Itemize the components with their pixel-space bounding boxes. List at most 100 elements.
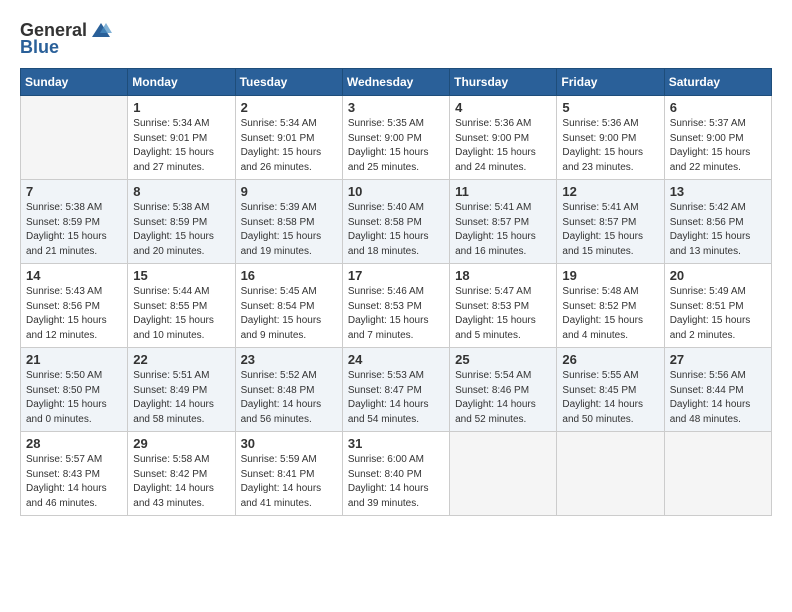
day-number: 26 — [562, 352, 658, 367]
day-info: Sunrise: 5:43 AM Sunset: 8:56 PM Dayligh… — [26, 285, 122, 343]
day-info: Sunrise: 5:35 AM Sunset: 9:00 PM Dayligh… — [348, 117, 444, 175]
week-row-5: 28 Sunrise: 5:57 AM Sunset: 8:43 PM Dayli… — [21, 432, 772, 516]
day-info: Sunrise: 5:58 AM Sunset: 8:42 PM Dayligh… — [133, 453, 229, 511]
day-info: Sunrise: 5:56 AM Sunset: 8:44 PM Dayligh… — [670, 369, 766, 427]
calendar-cell: 4 Sunrise: 5:36 AM Sunset: 9:00 PM Daylig… — [450, 96, 557, 180]
calendar-cell: 20 Sunrise: 5:49 AM Sunset: 8:51 PM Dayli… — [664, 264, 771, 348]
day-info: Sunrise: 5:52 AM Sunset: 8:48 PM Dayligh… — [241, 369, 337, 427]
day-number: 31 — [348, 436, 444, 451]
day-header-friday: Friday — [557, 69, 664, 96]
day-info: Sunrise: 5:51 AM Sunset: 8:49 PM Dayligh… — [133, 369, 229, 427]
day-number: 25 — [455, 352, 551, 367]
week-row-2: 7 Sunrise: 5:38 AM Sunset: 8:59 PM Daylig… — [21, 180, 772, 264]
day-info: Sunrise: 5:34 AM Sunset: 9:01 PM Dayligh… — [241, 117, 337, 175]
day-info: Sunrise: 5:48 AM Sunset: 8:52 PM Dayligh… — [562, 285, 658, 343]
day-number: 8 — [133, 184, 229, 199]
logo-icon — [90, 21, 112, 41]
day-number: 5 — [562, 100, 658, 115]
day-number: 4 — [455, 100, 551, 115]
day-info: Sunrise: 5:59 AM Sunset: 8:41 PM Dayligh… — [241, 453, 337, 511]
day-info: Sunrise: 5:39 AM Sunset: 8:58 PM Dayligh… — [241, 201, 337, 259]
day-info: Sunrise: 5:41 AM Sunset: 8:57 PM Dayligh… — [562, 201, 658, 259]
day-number: 12 — [562, 184, 658, 199]
day-header-saturday: Saturday — [664, 69, 771, 96]
week-row-4: 21 Sunrise: 5:50 AM Sunset: 8:50 PM Dayli… — [21, 348, 772, 432]
day-info: Sunrise: 5:34 AM Sunset: 9:01 PM Dayligh… — [133, 117, 229, 175]
calendar-cell: 2 Sunrise: 5:34 AM Sunset: 9:01 PM Daylig… — [235, 96, 342, 180]
day-number: 2 — [241, 100, 337, 115]
day-info: Sunrise: 5:46 AM Sunset: 8:53 PM Dayligh… — [348, 285, 444, 343]
day-info: Sunrise: 5:57 AM Sunset: 8:43 PM Dayligh… — [26, 453, 122, 511]
day-number: 20 — [670, 268, 766, 283]
day-number: 14 — [26, 268, 122, 283]
calendar-cell: 22 Sunrise: 5:51 AM Sunset: 8:49 PM Dayli… — [128, 348, 235, 432]
calendar-cell: 14 Sunrise: 5:43 AM Sunset: 8:56 PM Dayli… — [21, 264, 128, 348]
day-number: 28 — [26, 436, 122, 451]
calendar-cell: 13 Sunrise: 5:42 AM Sunset: 8:56 PM Dayli… — [664, 180, 771, 264]
calendar-cell — [21, 96, 128, 180]
day-number: 19 — [562, 268, 658, 283]
calendar-cell: 26 Sunrise: 5:55 AM Sunset: 8:45 PM Dayli… — [557, 348, 664, 432]
day-info: Sunrise: 5:54 AM Sunset: 8:46 PM Dayligh… — [455, 369, 551, 427]
day-info: Sunrise: 5:47 AM Sunset: 8:53 PM Dayligh… — [455, 285, 551, 343]
calendar-cell — [450, 432, 557, 516]
day-number: 6 — [670, 100, 766, 115]
day-info: Sunrise: 5:37 AM Sunset: 9:00 PM Dayligh… — [670, 117, 766, 175]
day-number: 7 — [26, 184, 122, 199]
day-number: 13 — [670, 184, 766, 199]
day-info: Sunrise: 5:41 AM Sunset: 8:57 PM Dayligh… — [455, 201, 551, 259]
calendar-cell: 27 Sunrise: 5:56 AM Sunset: 8:44 PM Dayli… — [664, 348, 771, 432]
calendar-cell: 29 Sunrise: 5:58 AM Sunset: 8:42 PM Dayli… — [128, 432, 235, 516]
day-number: 10 — [348, 184, 444, 199]
day-info: Sunrise: 5:55 AM Sunset: 8:45 PM Dayligh… — [562, 369, 658, 427]
day-header-thursday: Thursday — [450, 69, 557, 96]
calendar-cell: 12 Sunrise: 5:41 AM Sunset: 8:57 PM Dayli… — [557, 180, 664, 264]
day-header-row: SundayMondayTuesdayWednesdayThursdayFrid… — [21, 69, 772, 96]
calendar-cell: 6 Sunrise: 5:37 AM Sunset: 9:00 PM Daylig… — [664, 96, 771, 180]
calendar-cell: 3 Sunrise: 5:35 AM Sunset: 9:00 PM Daylig… — [342, 96, 449, 180]
day-header-sunday: Sunday — [21, 69, 128, 96]
day-number: 30 — [241, 436, 337, 451]
day-info: Sunrise: 5:36 AM Sunset: 9:00 PM Dayligh… — [562, 117, 658, 175]
day-number: 23 — [241, 352, 337, 367]
calendar-cell: 10 Sunrise: 5:40 AM Sunset: 8:58 PM Dayli… — [342, 180, 449, 264]
day-info: Sunrise: 5:45 AM Sunset: 8:54 PM Dayligh… — [241, 285, 337, 343]
day-info: Sunrise: 5:50 AM Sunset: 8:50 PM Dayligh… — [26, 369, 122, 427]
day-number: 21 — [26, 352, 122, 367]
day-number: 29 — [133, 436, 229, 451]
day-number: 17 — [348, 268, 444, 283]
calendar-cell: 16Sunrise: 5:45 AM Sunset: 8:54 PM Dayli… — [235, 264, 342, 348]
calendar-cell: 21 Sunrise: 5:50 AM Sunset: 8:50 PM Dayli… — [21, 348, 128, 432]
calendar-cell: 15 Sunrise: 5:44 AM Sunset: 8:55 PM Dayli… — [128, 264, 235, 348]
calendar-cell: 1Sunrise: 5:34 AM Sunset: 9:01 PM Daylig… — [128, 96, 235, 180]
calendar-cell: 30 Sunrise: 5:59 AM Sunset: 8:41 PM Dayli… — [235, 432, 342, 516]
calendar-cell: 23 Sunrise: 5:52 AM Sunset: 8:48 PM Dayli… — [235, 348, 342, 432]
calendar-cell: 9Sunrise: 5:39 AM Sunset: 8:58 PM Daylig… — [235, 180, 342, 264]
week-row-3: 14 Sunrise: 5:43 AM Sunset: 8:56 PM Dayli… — [21, 264, 772, 348]
day-number: 15 — [133, 268, 229, 283]
day-info: Sunrise: 5:44 AM Sunset: 8:55 PM Dayligh… — [133, 285, 229, 343]
day-info: Sunrise: 5:53 AM Sunset: 8:47 PM Dayligh… — [348, 369, 444, 427]
day-number: 22 — [133, 352, 229, 367]
calendar-cell: 28 Sunrise: 5:57 AM Sunset: 8:43 PM Dayli… — [21, 432, 128, 516]
day-info: Sunrise: 5:40 AM Sunset: 8:58 PM Dayligh… — [348, 201, 444, 259]
day-info: Sunrise: 5:36 AM Sunset: 9:00 PM Dayligh… — [455, 117, 551, 175]
calendar-cell — [664, 432, 771, 516]
calendar-cell: 5 Sunrise: 5:36 AM Sunset: 9:00 PM Daylig… — [557, 96, 664, 180]
calendar-cell: 7 Sunrise: 5:38 AM Sunset: 8:59 PM Daylig… — [21, 180, 128, 264]
page-header: General Blue — [20, 20, 772, 58]
week-row-1: 1Sunrise: 5:34 AM Sunset: 9:01 PM Daylig… — [21, 96, 772, 180]
day-number: 27 — [670, 352, 766, 367]
day-info: Sunrise: 5:42 AM Sunset: 8:56 PM Dayligh… — [670, 201, 766, 259]
day-number: 3 — [348, 100, 444, 115]
day-number: 24 — [348, 352, 444, 367]
calendar-cell: 11Sunrise: 5:41 AM Sunset: 8:57 PM Dayli… — [450, 180, 557, 264]
day-info: Sunrise: 5:49 AM Sunset: 8:51 PM Dayligh… — [670, 285, 766, 343]
day-header-monday: Monday — [128, 69, 235, 96]
calendar-cell: 24 Sunrise: 5:53 AM Sunset: 8:47 PM Dayli… — [342, 348, 449, 432]
logo: General Blue — [20, 20, 113, 58]
day-info: Sunrise: 5:38 AM Sunset: 8:59 PM Dayligh… — [26, 201, 122, 259]
calendar-cell — [557, 432, 664, 516]
day-info: Sunrise: 6:00 AM Sunset: 8:40 PM Dayligh… — [348, 453, 444, 511]
calendar-cell: 31 Sunrise: 6:00 AM Sunset: 8:40 PM Dayli… — [342, 432, 449, 516]
